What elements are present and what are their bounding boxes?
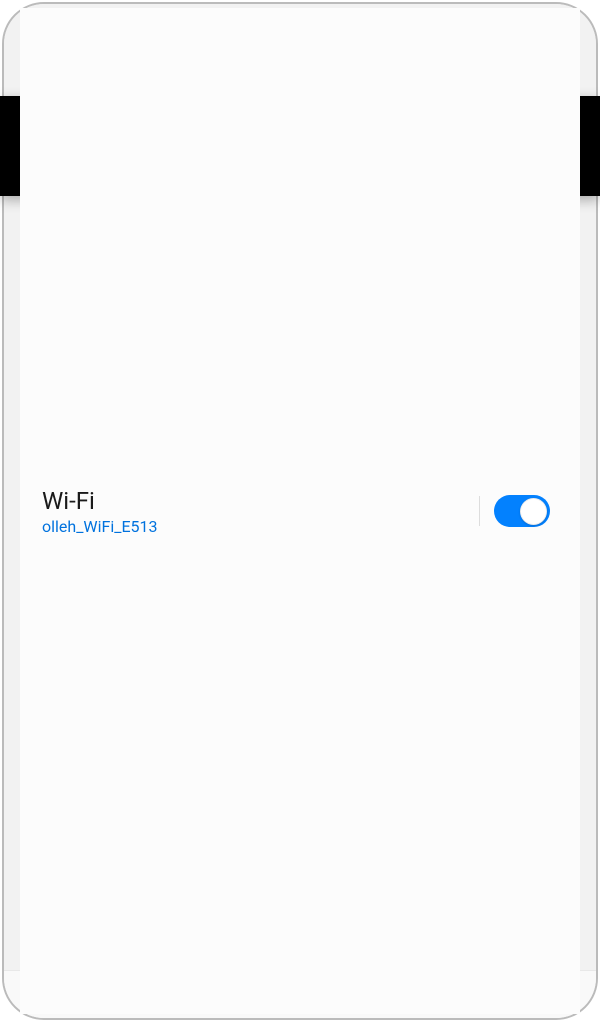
wifi-label: Wi-Fi <box>42 487 479 515</box>
wifi-network: olleh_WiFi_E513 <box>42 517 479 536</box>
row-wifi[interactable]: Wi-Fi olleh_WiFi_E513 <box>20 8 580 1014</box>
wifi-toggle[interactable] <box>494 495 550 527</box>
toggle-divider <box>479 496 480 526</box>
